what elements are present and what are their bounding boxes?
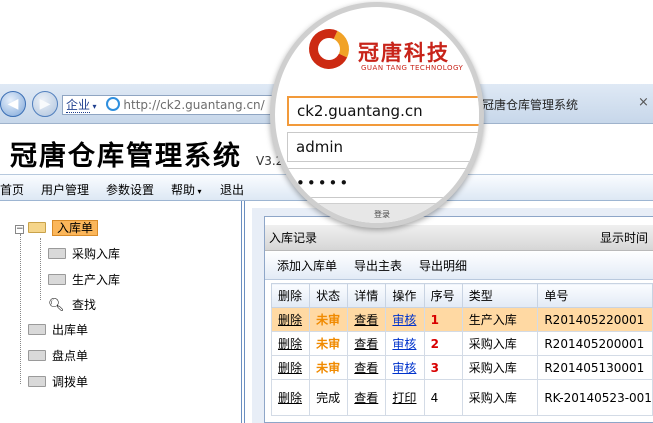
login-magnifier: 冠唐科技 GUAN TANG TECHNOLOGY ck2.guantang.c… (270, 2, 484, 228)
tree-line (20, 234, 21, 384)
type-cell: 采购入库 (461, 379, 539, 416)
view-link[interactable]: 查看 (347, 307, 387, 332)
menu-item-user-management[interactable]: 用户管理 (41, 181, 89, 198)
security-zone-label[interactable]: 企业 (66, 98, 91, 113)
delete-link[interactable]: 删除 (270, 307, 311, 332)
menu-help-label: 帮助 (171, 183, 196, 197)
delete-link[interactable]: 删除 (270, 331, 311, 356)
type-cell: 采购入库 (461, 331, 539, 356)
tree-node-label: 出库单 (52, 323, 89, 337)
app-title: 冠唐仓库管理系统 (10, 141, 242, 172)
search-icon: 🔍︎ (48, 298, 65, 313)
col-delete[interactable]: 删除 (270, 283, 311, 308)
col-status[interactable]: 状态 (309, 283, 349, 308)
tree-node-label: 盘点单 (52, 349, 89, 363)
panel-toolbar: 添加入库单 导出主表 导出明细 (265, 252, 653, 280)
approve-link[interactable]: 审核 (392, 337, 416, 351)
number-cell: RK-20140523-001 (537, 379, 653, 416)
tree-node-production-inbound[interactable]: 生产入库 (48, 270, 120, 290)
inbound-table: 删除 状态 详情 操作 序号 类型 单号 删除 未审 查看 审核 1 生产入库 (270, 283, 653, 416)
col-type[interactable]: 类型 (461, 283, 539, 308)
delete-link[interactable]: 删除 (270, 379, 311, 416)
tree-node-search[interactable]: 🔍︎ 查找 (48, 295, 96, 315)
col-number[interactable]: 单号 (537, 283, 653, 308)
view-link[interactable]: 查看 (347, 355, 387, 380)
address-bar[interactable]: 企业 ▾ http://ck2.guantang.cn/ (62, 95, 282, 115)
menu-item-home[interactable]: 首页 (0, 181, 24, 198)
index-cell: 4 (423, 379, 463, 416)
folder-open-icon (28, 222, 46, 233)
table-row[interactable]: 删除 未审 查看 审核 2 采购入库 R201405200001 (270, 331, 653, 356)
zone-dropdown-icon[interactable]: ▾ (90, 102, 97, 111)
table-header-row: 删除 状态 详情 操作 序号 类型 单号 (270, 283, 653, 308)
brand-name: 冠唐科技 (358, 40, 450, 65)
approve-link[interactable]: 审核 (392, 361, 416, 375)
view-link[interactable]: 查看 (347, 379, 387, 416)
panel-title: 入库记录 (269, 231, 318, 245)
status-cell: 未审 (309, 331, 349, 356)
chevron-down-icon: ▾ (195, 187, 202, 196)
folder-icon (48, 248, 66, 259)
forward-button[interactable]: ▶ (32, 91, 58, 117)
number-cell: R201405130001 (537, 355, 653, 380)
index-cell: 2 (423, 331, 463, 356)
delete-link[interactable]: 删除 (270, 355, 311, 380)
export-detail-button[interactable]: 导出明细 (419, 252, 467, 280)
brand-name-en: GUAN TANG TECHNOLOGY (361, 64, 464, 72)
tab-close-icon[interactable]: × (638, 95, 649, 110)
guantang-logo-icon (303, 23, 355, 75)
print-link[interactable]: 打印 (392, 391, 416, 405)
screenshot-root: ◀ ▶ 企业 ▾ http://ck2.guantang.cn/ 冠唐仓库管理系… (0, 0, 653, 423)
folder-icon (28, 324, 46, 335)
index-cell: 1 (423, 307, 463, 332)
tree-node-label: 查找 (72, 298, 97, 312)
tree-node-transfer[interactable]: 调拨单 (28, 372, 88, 392)
password-input[interactable]: ••••• (287, 168, 479, 198)
status-cell: 完成 (309, 379, 349, 416)
folder-icon (48, 274, 66, 285)
folder-icon (28, 376, 46, 387)
folder-icon (28, 350, 46, 361)
menu-item-settings[interactable]: 参数设置 (106, 181, 154, 198)
menu-item-logout[interactable]: 退出 (220, 181, 244, 198)
index-cell: 3 (423, 355, 463, 380)
address-url[interactable]: http://ck2.guantang.cn/ (123, 98, 264, 112)
ie-icon (106, 97, 121, 111)
add-inbound-button[interactable]: 添加入库单 (277, 252, 337, 280)
col-index[interactable]: 序号 (423, 283, 463, 308)
approve-link[interactable]: 审核 (392, 313, 416, 327)
tree-node-label: 采购入库 (72, 247, 121, 261)
type-cell: 生产入库 (461, 307, 539, 332)
col-detail[interactable]: 详情 (347, 283, 387, 308)
browser-tab-title[interactable]: 冠唐仓库管理系统 (482, 96, 578, 113)
tree-node-stocktake[interactable]: 盘点单 (28, 346, 88, 366)
table-row[interactable]: 删除 未审 查看 审核 1 生产入库 R201405220001 (270, 307, 653, 332)
forward-arrow-icon: ▶ (39, 96, 51, 112)
table-row[interactable]: 删除 未审 查看 审核 3 采购入库 R201405130001 (270, 355, 653, 380)
col-operation[interactable]: 操作 (385, 283, 425, 308)
menu-item-help[interactable]: 帮助 ▾ (171, 181, 202, 198)
tree-node-label: 调拨单 (52, 375, 89, 389)
inbound-records-panel: 入库记录 显示时间范 添加入库单 导出主表 导出明细 删除 状态 详情 操作 序… (264, 216, 653, 423)
number-cell: R201405200001 (537, 331, 653, 356)
status-cell: 未审 (309, 355, 349, 380)
number-cell: R201405220001 (537, 307, 653, 332)
tree-node-label: 生产入库 (72, 273, 121, 287)
panel-header: 入库记录 显示时间范 (265, 225, 653, 271)
view-link[interactable]: 查看 (347, 331, 387, 356)
back-button[interactable]: ◀ (0, 91, 26, 117)
tree-node-outbound[interactable]: 出库单 (28, 320, 88, 340)
tree-node-inbound[interactable]: 入库单 (28, 218, 99, 238)
tree-node-inbound-label: 入库单 (52, 220, 99, 236)
collapse-icon[interactable]: − (15, 225, 24, 234)
back-arrow-icon: ◀ (7, 96, 19, 112)
server-input[interactable]: ck2.guantang.cn (287, 96, 479, 126)
type-cell: 采购入库 (461, 355, 539, 380)
tree-line-children (40, 238, 41, 300)
status-cell: 未审 (309, 307, 349, 332)
table-row[interactable]: 删除 完成 查看 打印 4 采购入库 RK-20140523-001 (270, 379, 653, 416)
tree-node-purchase-inbound[interactable]: 采购入库 (48, 244, 120, 264)
export-main-button[interactable]: 导出主表 (354, 252, 402, 280)
username-input[interactable]: admin (287, 132, 479, 162)
